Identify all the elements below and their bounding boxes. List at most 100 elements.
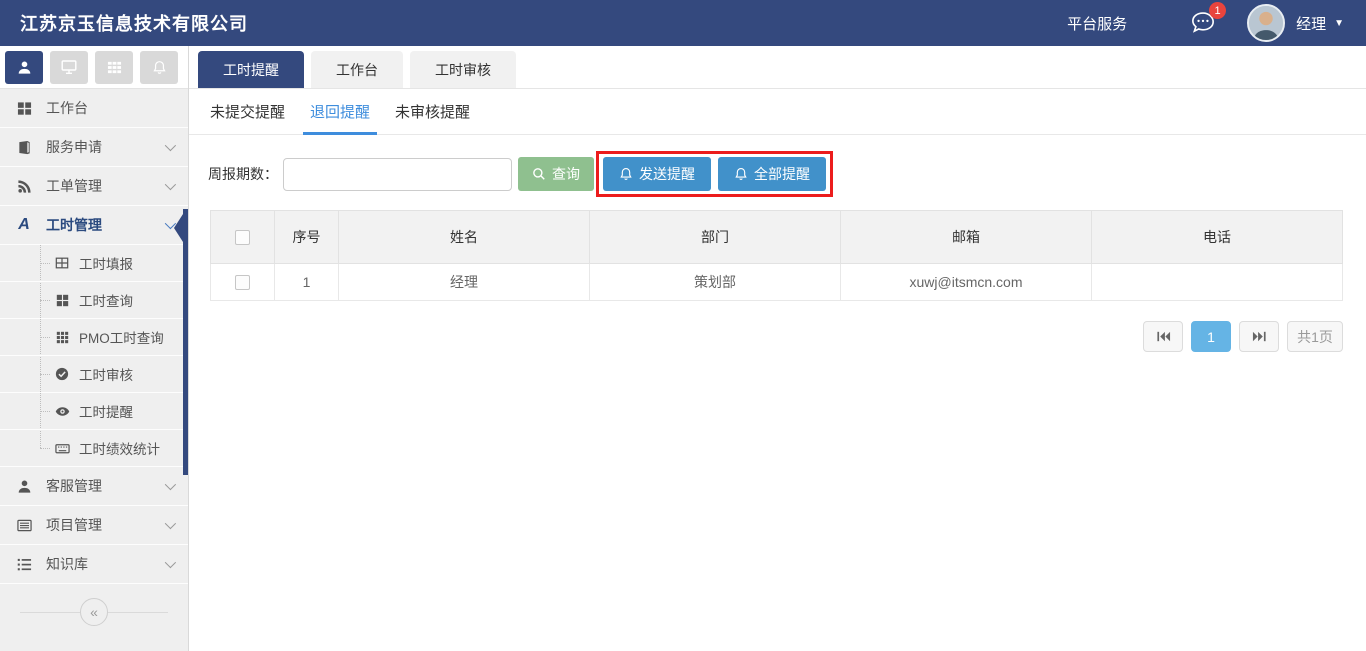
column-header-name: 姓名 <box>339 211 590 264</box>
topbar: 江苏京玉信息技术有限公司 平台服务 1 经理 ▼ <box>0 0 1366 46</box>
rss-icon <box>15 179 33 194</box>
sidebar-subitem-worktime-review[interactable]: 工时审核 <box>0 356 188 393</box>
column-header-department: 部门 <box>590 211 841 264</box>
subtab-returned-reminder[interactable]: 退回提醒 <box>307 89 373 134</box>
sidebar-item-customer-service[interactable]: 客服管理 <box>0 467 188 506</box>
check-circle-icon <box>54 367 70 381</box>
weekly-report-period-input[interactable] <box>283 158 512 191</box>
sidebar-item-service-request[interactable]: 服务申请 <box>0 128 188 167</box>
send-reminder-label: 发送提醒 <box>639 164 695 184</box>
subtab-strip: 未提交提醒 退回提醒 未审核提醒 <box>189 89 1366 135</box>
chevron-down-icon <box>165 479 176 490</box>
worktime-submenu: 工时填报 工时查询 PMO工时查询 <box>0 245 188 467</box>
toolbar-grid-module-button[interactable] <box>95 51 133 84</box>
sidebar-subitem-worktime-performance[interactable]: 工时绩效统计 <box>0 430 188 467</box>
sidebar-subitem-label: 工时审核 <box>79 364 133 384</box>
eye-icon <box>54 404 70 419</box>
reminder-table: 序号 姓名 部门 邮箱 电话 1 经理 策划部 xuwj@itsmcn.com <box>210 210 1343 301</box>
company-title: 江苏京玉信息技术有限公司 <box>20 10 248 36</box>
chevron-down-icon <box>165 518 176 529</box>
grid-3x3-icon <box>54 331 70 344</box>
chevron-down-icon <box>165 179 176 190</box>
sidebar-item-worktime-management[interactable]: A 工时管理 <box>0 206 188 245</box>
send-reminder-button[interactable]: 发送提醒 <box>603 157 711 191</box>
grid-icon <box>107 60 122 75</box>
weekly-report-period-label: 周报期数： <box>208 164 278 184</box>
tab-workbench[interactable]: 工作台 <box>311 51 403 88</box>
grid-2x2-icon <box>54 294 70 307</box>
subtab-unreviewed-reminder[interactable]: 未审核提醒 <box>392 89 473 134</box>
sidebar: 工作台 服务申请 工单管理 A 工时管理 <box>0 46 189 651</box>
person-icon <box>15 479 33 494</box>
query-button-label: 查询 <box>552 164 580 184</box>
sidebar-item-label: 知识库 <box>46 554 88 574</box>
row-name-cell: 经理 <box>339 264 590 301</box>
select-all-checkbox[interactable] <box>235 230 250 245</box>
sidebar-subitem-worktime-fill[interactable]: 工时填报 <box>0 245 188 282</box>
sidebar-item-workbench[interactable]: 工作台 <box>0 89 188 128</box>
sidebar-item-project-management[interactable]: 项目管理 <box>0 506 188 545</box>
all-reminder-button[interactable]: 全部提醒 <box>718 157 826 191</box>
sidebar-icon-toolbar <box>0 46 188 89</box>
sidebar-item-knowledge-base[interactable]: 知识库 <box>0 545 188 584</box>
toolbar-bell-module-button[interactable] <box>140 51 178 84</box>
search-icon <box>532 167 546 181</box>
sidebar-item-label: 项目管理 <box>46 515 102 535</box>
book-icon <box>15 140 33 155</box>
page-layout: 工作台 服务申请 工单管理 A 工时管理 <box>0 46 1366 651</box>
tab-worktime-reminder[interactable]: 工时提醒 <box>198 51 304 88</box>
card-list-icon <box>15 518 33 533</box>
sidebar-subitem-pmo-worktime-query[interactable]: PMO工时查询 <box>0 319 188 356</box>
sidebar-item-label: 工单管理 <box>46 176 102 196</box>
sidebar-collapse-button[interactable]: « <box>80 598 108 626</box>
sidebar-subitem-worktime-reminder[interactable]: 工时提醒 <box>0 393 188 430</box>
toolbar-monitor-module-button[interactable] <box>50 51 88 84</box>
tab-worktime-review[interactable]: 工时审核 <box>410 51 516 88</box>
all-reminder-label: 全部提醒 <box>754 164 810 184</box>
sidebar-item-work-order[interactable]: 工单管理 <box>0 167 188 206</box>
main-content: 工时提醒 工作台 工时审核 未提交提醒 退回提醒 未审核提醒 周报期数： 查询 <box>189 46 1366 651</box>
bell-icon <box>152 60 167 75</box>
toolbar-user-module-button[interactable] <box>5 51 43 84</box>
keyboard-icon <box>54 441 70 456</box>
sidebar-subitem-worktime-query[interactable]: 工时查询 <box>0 282 188 319</box>
pagination: 1 共1页 <box>189 321 1343 352</box>
sidebar-subitem-label: 工时提醒 <box>79 401 133 421</box>
chevron-down-icon <box>165 140 176 151</box>
sidebar-subitem-label: 工时填报 <box>79 253 133 273</box>
collapse-icon: « <box>90 604 98 620</box>
table-icon <box>54 256 70 270</box>
first-page-button[interactable] <box>1143 321 1183 352</box>
table-header-row: 序号 姓名 部门 邮箱 电话 <box>211 211 1343 264</box>
table-row: 1 经理 策划部 xuwj@itsmcn.com <box>211 264 1343 301</box>
annotation-highlight-box: 发送提醒 全部提醒 <box>596 151 833 197</box>
bell-icon <box>734 167 748 181</box>
message-count-badge: 1 <box>1209 2 1226 19</box>
user-menu[interactable]: 经理 <box>1296 13 1326 34</box>
page-number-button[interactable]: 1 <box>1191 321 1231 352</box>
person-icon <box>17 60 32 75</box>
caret-down-icon[interactable]: ▼ <box>1334 18 1344 29</box>
chevron-down-icon <box>165 557 176 568</box>
filter-row: 周报期数： 查询 发送提醒 全部提醒 <box>208 151 1366 197</box>
messages-button[interactable]: 1 <box>1189 9 1217 37</box>
subtab-unsubmitted-reminder[interactable]: 未提交提醒 <box>207 89 288 134</box>
topbar-right: 平台服务 1 经理 ▼ <box>1067 4 1344 42</box>
platform-service-link[interactable]: 平台服务 <box>1067 13 1127 34</box>
row-checkbox[interactable] <box>235 275 250 290</box>
column-header-email: 邮箱 <box>841 211 1092 264</box>
sidebar-subitem-label: PMO工时查询 <box>79 327 164 347</box>
user-avatar[interactable] <box>1247 4 1285 42</box>
ordered-list-icon <box>15 557 33 572</box>
reminder-table-wrap: 序号 姓名 部门 邮箱 电话 1 经理 策划部 xuwj@itsmcn.com <box>210 210 1343 301</box>
query-button[interactable]: 查询 <box>518 157 594 191</box>
column-header-index: 序号 <box>275 211 339 264</box>
last-page-button[interactable] <box>1239 321 1279 352</box>
select-all-header <box>211 211 275 264</box>
sidebar-item-label: 服务申请 <box>46 137 102 157</box>
sidebar-item-label: 客服管理 <box>46 476 102 496</box>
sidebar-menu: 工作台 服务申请 工单管理 A 工时管理 <box>0 89 188 627</box>
windows-icon <box>15 101 33 116</box>
sidebar-item-label: 工时管理 <box>46 215 102 235</box>
font-a-icon: A <box>15 217 33 233</box>
